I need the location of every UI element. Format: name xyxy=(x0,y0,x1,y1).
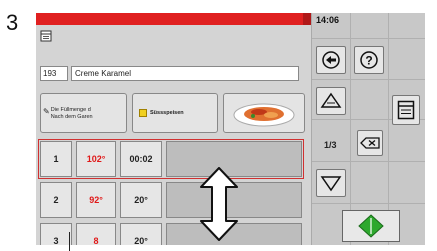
category-tile[interactable]: Süssspeisen xyxy=(132,93,218,133)
svg-text:?: ? xyxy=(365,54,372,68)
program-name-field[interactable]: Creme Karamel xyxy=(71,66,299,81)
scroll-up-button[interactable] xyxy=(316,87,346,115)
step-row-2[interactable]: 2 92° 20° xyxy=(40,182,302,218)
back-button[interactable] xyxy=(316,46,346,74)
list-button[interactable] xyxy=(392,95,420,125)
arrow-up-icon xyxy=(320,92,342,108)
info-icon: ✎ xyxy=(43,107,50,116)
step-index: 2 xyxy=(40,182,72,218)
fill-hint-line1: Die Füllmenge d xyxy=(50,107,91,113)
panel-divider xyxy=(312,161,425,162)
step-temperature[interactable]: 92° xyxy=(76,182,116,218)
fill-hint-tile[interactable]: ✎ Die Füllmenge d Nach dem Garen xyxy=(40,93,127,133)
device-screen: 193 Creme Karamel ✎ Die Füllmenge d Nach… xyxy=(36,13,425,245)
step-index: 3 xyxy=(40,223,72,245)
step-row-1[interactable]: 1 102° 00:02 xyxy=(38,139,304,179)
clock: 14:06 xyxy=(316,15,340,25)
step-time[interactable]: 20° xyxy=(120,223,162,245)
panel-divider xyxy=(312,38,425,39)
program-number-field[interactable]: 193 xyxy=(40,66,68,81)
delete-button[interactable] xyxy=(357,130,383,156)
step-temperature[interactable]: 8 xyxy=(76,223,116,245)
document-icon[interactable] xyxy=(40,29,52,47)
page-indicator: 1/3 xyxy=(324,140,337,150)
right-control-panel: 14:06 ? 1/3 xyxy=(311,13,425,245)
start-diamond-icon xyxy=(358,214,384,238)
step-index: 1 xyxy=(40,141,72,177)
callout-line xyxy=(69,232,70,251)
start-button[interactable] xyxy=(342,210,400,242)
food-image-tile[interactable] xyxy=(223,93,305,133)
category-label: Süssspeisen xyxy=(150,110,184,116)
step-time[interactable]: 00:02 xyxy=(120,141,162,177)
help-button[interactable]: ? xyxy=(354,46,384,74)
question-icon: ? xyxy=(360,51,378,69)
step-row-3[interactable]: 3 8 20° xyxy=(40,223,302,245)
status-bar-end xyxy=(303,13,311,25)
figure-number: 3 xyxy=(6,10,19,35)
scroll-updown-icon[interactable] xyxy=(199,167,239,241)
panel-divider xyxy=(312,79,425,80)
step-temperature[interactable]: 102° xyxy=(76,141,116,177)
arrow-down-icon xyxy=(320,176,342,192)
fill-hint-line2: Nach dem Garen xyxy=(50,114,93,120)
back-arrow-icon xyxy=(322,51,340,69)
category-color-icon xyxy=(139,109,147,117)
panel-divider xyxy=(312,203,425,204)
scroll-down-button[interactable] xyxy=(316,169,346,197)
program-row: 193 Creme Karamel xyxy=(40,66,299,81)
delete-key-icon xyxy=(360,137,380,149)
temperature-value: 92° xyxy=(89,195,103,205)
list-icon xyxy=(397,100,415,120)
status-bar xyxy=(36,13,311,25)
temperature-value: 8 xyxy=(93,236,99,245)
fill-hint-text: Die Füllmenge d Nach dem Garen xyxy=(51,107,93,132)
food-plate-icon xyxy=(233,103,295,127)
temperature-value: 102° xyxy=(86,154,106,164)
step-time[interactable]: 20° xyxy=(120,182,162,218)
